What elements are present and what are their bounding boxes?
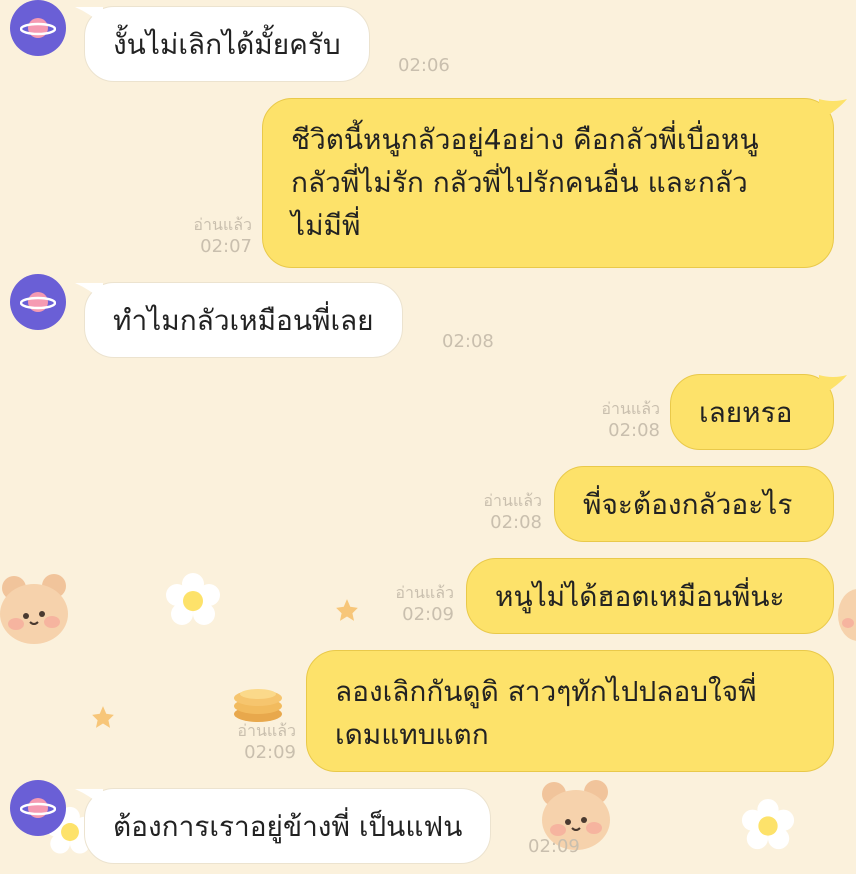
message-text: พี่จะต้องกลัวอะไร (583, 487, 793, 521)
message-time: 02:06 (398, 55, 450, 76)
read-receipt: อ่านแล้ว (483, 491, 542, 510)
outgoing-message-bubble[interactable]: เลยหรอ (670, 374, 847, 450)
bubble-tail (819, 375, 847, 397)
read-receipt: อ่านแล้ว (237, 721, 296, 740)
message-meta: อ่านแล้ว 02:09 (214, 720, 296, 764)
outgoing-message-bubble[interactable]: ลองเลิกกันดูดิ สาวๆทักไปปลอบใจพี่ เดมแทบ… (306, 650, 834, 772)
planet-icon (20, 798, 56, 818)
message-meta: อ่านแล้ว 02:08 (578, 398, 660, 442)
contact-avatar[interactable] (10, 274, 66, 330)
bubble-tail (75, 7, 103, 25)
bubble-tail (75, 789, 103, 807)
message-text: ต้องการเราอยู่ข้างพี่ เป็นแฟน (113, 809, 463, 843)
message-meta: อ่านแล้ว 02:07 (168, 214, 252, 258)
message-line: เดมแทบแตก (335, 718, 489, 751)
message-text: หนูไม่ได้ฮอตเหมือนพี่นะ (495, 579, 785, 613)
outgoing-message-bubble[interactable]: ชีวิตนี้หนูกลัวอยู่4อย่าง คือกลัวพี่เบื่… (262, 98, 847, 268)
message-meta: อ่านแล้ว 02:09 (372, 582, 454, 626)
bear-sticker-icon (0, 574, 68, 644)
bubble-tail (75, 283, 103, 301)
pancake-icon (234, 689, 282, 722)
message-text: เลยหรอ (699, 395, 793, 429)
incoming-message-bubble[interactable]: ต้องการเราอยู่ข้างพี่ เป็นแฟน (75, 788, 492, 864)
message-time: 02:08 (442, 331, 494, 352)
message-time: 02:08 (490, 512, 542, 533)
read-receipt: อ่านแล้ว (395, 583, 454, 602)
bear-sticker-icon (838, 589, 856, 641)
message-text: งั้นไม่เลิกได้มั้ยครับ (113, 27, 341, 61)
outgoing-message-bubble[interactable]: พี่จะต้องกลัวอะไร (554, 466, 834, 542)
read-receipt: อ่านแล้ว (193, 215, 252, 234)
message-line: ไม่มีพี่ (291, 209, 361, 242)
message-time: 02:09 (528, 836, 580, 857)
message-time: 02:07 (200, 236, 252, 257)
incoming-message-bubble[interactable]: ทำไมกลัวเหมือนพี่เลย (75, 282, 403, 358)
message-meta: อ่านแล้ว 02:08 (460, 490, 542, 534)
star-icon (336, 599, 358, 621)
message-line: กลัวพี่ไม่รัก กลัวพี่ไปรักคนอื่น และกลัว (291, 166, 748, 199)
message-time: 02:08 (608, 420, 660, 441)
read-receipt: อ่านแล้ว (601, 399, 660, 418)
contact-avatar[interactable] (10, 780, 66, 836)
planet-icon (20, 18, 56, 38)
message-text: ทำไมกลัวเหมือนพี่เลย (113, 303, 374, 337)
outgoing-message-bubble[interactable]: หนูไม่ได้ฮอตเหมือนพี่นะ (466, 558, 834, 634)
bubble-tail (819, 99, 847, 121)
flower-icon (741, 798, 795, 850)
contact-avatar[interactable] (10, 0, 66, 56)
message-line: ชีวิตนี้หนูกลัวอยู่4อย่าง คือกลัวพี่เบื่… (291, 123, 759, 156)
incoming-message-bubble[interactable]: งั้นไม่เลิกได้มั้ยครับ (75, 6, 370, 82)
star-icon (92, 706, 114, 728)
message-time: 02:09 (402, 604, 454, 625)
message-time: 02:09 (244, 742, 296, 763)
message-line: ลองเลิกกันดูดิ สาวๆทักไปปลอบใจพี่ (335, 675, 757, 708)
planet-icon (20, 292, 56, 312)
flower-icon (166, 573, 220, 625)
